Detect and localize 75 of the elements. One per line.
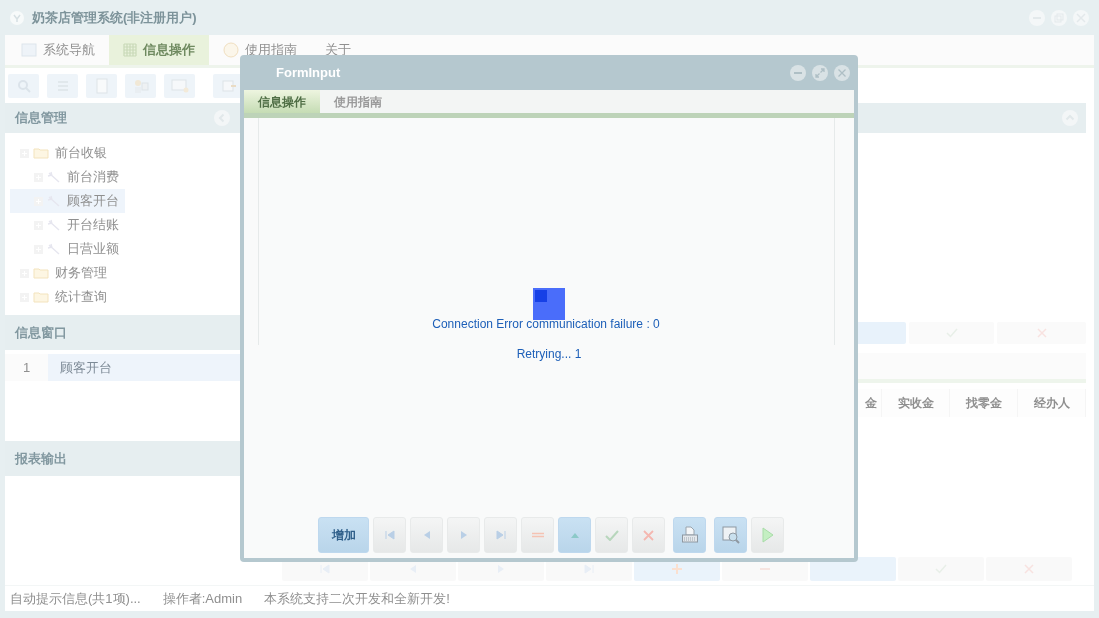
menu-tab[interactable]: 信息操作 xyxy=(109,35,209,65)
preview-icon xyxy=(720,525,741,545)
minus-icon xyxy=(530,532,545,538)
app-logo-icon xyxy=(10,10,24,25)
first-icon xyxy=(319,563,331,575)
dialog-title: FormInput xyxy=(276,63,341,82)
panel-title: 报表输出 xyxy=(15,449,67,468)
list-item[interactable]: 顾客开台 xyxy=(48,354,240,381)
first-icon xyxy=(383,529,396,541)
minimize-icon[interactable] xyxy=(790,64,806,81)
monitor-icon xyxy=(21,43,37,57)
up-button[interactable] xyxy=(558,517,591,553)
tree-item[interactable]: 顾客开台 xyxy=(10,189,125,213)
up-caret-icon xyxy=(570,532,579,538)
error-message: Connection Error communication failure : 0 xyxy=(432,317,660,332)
tree-item[interactable]: 财务管理 xyxy=(5,261,113,285)
cross-button[interactable] xyxy=(986,557,1072,581)
folder-icon xyxy=(33,267,49,279)
document-tool-button[interactable] xyxy=(86,73,117,98)
dialog-tab[interactable]: 信息操作 xyxy=(244,90,320,113)
preview-button[interactable] xyxy=(714,517,747,553)
close-icon[interactable] xyxy=(834,64,850,81)
first-button[interactable] xyxy=(373,517,406,553)
tree-item[interactable]: 日营业额 xyxy=(10,237,125,261)
users-tool-button[interactable] xyxy=(125,73,156,98)
status-text: 自动提示信息(共1项)... xyxy=(10,589,141,608)
add-button[interactable]: 增加 xyxy=(318,517,369,553)
cross-icon xyxy=(1024,564,1034,574)
dialog-tab[interactable]: 使用指南 xyxy=(320,90,396,113)
form-icon xyxy=(220,78,237,93)
play-button[interactable] xyxy=(751,517,784,553)
panel-title: 信息管理 xyxy=(15,109,67,128)
tree-item[interactable]: 前台消费 xyxy=(10,165,125,189)
confirm-button[interactable] xyxy=(595,517,628,553)
monitor-icon xyxy=(170,78,189,93)
last-icon xyxy=(494,529,507,541)
status-text: 本系统支持二次开发和全新开发! xyxy=(264,589,450,608)
wand-icon xyxy=(47,219,61,231)
monitor-tool-button[interactable] xyxy=(164,73,195,98)
cross-icon xyxy=(643,529,654,541)
tree-item[interactable]: 统计查询 xyxy=(5,285,113,309)
check-icon xyxy=(604,529,619,541)
loading-icon xyxy=(533,288,565,320)
column-header: 实收金 xyxy=(882,389,950,417)
row-number: 1 xyxy=(5,354,48,381)
printer-icon xyxy=(680,526,699,544)
play-icon xyxy=(761,527,774,543)
retry-message: Retrying... 1 xyxy=(516,347,582,362)
last-button[interactable] xyxy=(484,517,517,553)
cancel-button[interactable] xyxy=(632,517,665,553)
last-icon xyxy=(583,563,595,575)
wand-icon xyxy=(47,171,61,183)
maximize-icon[interactable] xyxy=(812,64,828,81)
panel-title: 信息窗口 xyxy=(15,323,67,342)
column-header: 经办人 xyxy=(1018,389,1086,417)
cancel-button[interactable] xyxy=(997,322,1086,344)
wand-icon xyxy=(47,243,61,255)
tree-item[interactable]: 前台收银 xyxy=(5,141,113,165)
person-icon xyxy=(132,77,149,94)
column-header: 找零金 xyxy=(950,389,1018,417)
folder-icon xyxy=(33,147,49,159)
tree-item[interactable]: 开台结账 xyxy=(10,213,125,237)
print-button[interactable] xyxy=(673,517,706,553)
next-button[interactable] xyxy=(447,517,480,553)
menu-tab[interactable]: 系统导航 xyxy=(7,35,109,65)
cross-icon xyxy=(1036,328,1047,338)
folder-icon xyxy=(33,291,49,303)
search-tool-button[interactable] xyxy=(8,73,39,98)
window-title: 奶茶店管理系统(非注册用户) xyxy=(32,8,197,27)
delete-button[interactable] xyxy=(521,517,554,553)
list-tool-button[interactable] xyxy=(47,73,78,98)
grid-icon xyxy=(123,43,137,57)
previous-button[interactable] xyxy=(410,517,443,553)
status-text: 操作者:Admin xyxy=(162,589,243,608)
plus-icon xyxy=(671,563,683,575)
